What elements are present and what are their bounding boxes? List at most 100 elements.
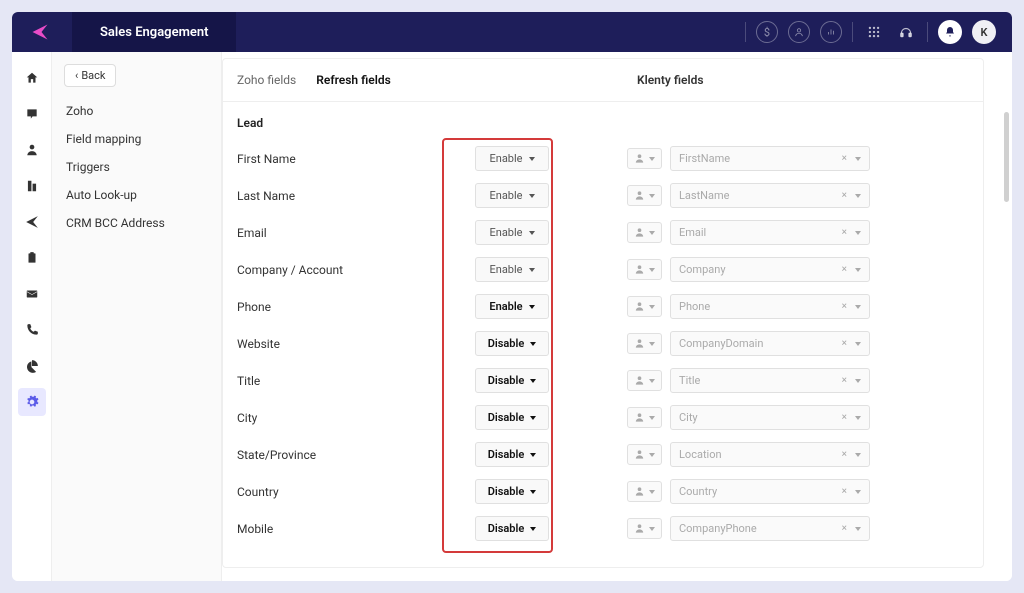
person-icon xyxy=(634,375,645,386)
clear-icon[interactable]: × xyxy=(842,375,847,386)
toggle-cell: Disable xyxy=(447,405,577,430)
field-label: Last Name xyxy=(237,189,447,203)
phone-icon[interactable] xyxy=(18,316,46,344)
section-title-lead: Lead xyxy=(223,102,983,140)
enable-toggle-dropdown[interactable]: Disable xyxy=(475,331,549,356)
sidebar-item-field-mapping[interactable]: Field mapping xyxy=(52,125,221,153)
klenty-field-value: Email xyxy=(679,226,706,239)
enable-toggle-dropdown[interactable]: Enable xyxy=(475,183,549,208)
toggle-cell: Enable xyxy=(447,146,577,171)
sidebar-item-triggers[interactable]: Triggers xyxy=(52,153,221,181)
send-icon[interactable] xyxy=(18,208,46,236)
user-type-dropdown[interactable] xyxy=(627,370,662,391)
clear-icon[interactable]: × xyxy=(842,523,847,534)
user-type-dropdown[interactable] xyxy=(627,407,662,428)
klenty-field-select[interactable]: Phone× xyxy=(670,294,870,319)
user-type-dropdown[interactable] xyxy=(627,333,662,354)
klenty-field-select[interactable]: Country× xyxy=(670,479,870,504)
dollar-icon[interactable]: $ xyxy=(756,21,778,43)
enable-toggle-dropdown[interactable]: Enable xyxy=(475,294,549,319)
person-icon xyxy=(634,153,645,164)
brand-area: Sales Engagement xyxy=(72,12,236,52)
clear-icon[interactable]: × xyxy=(842,449,847,460)
chart-icon[interactable] xyxy=(820,21,842,43)
user-type-dropdown[interactable] xyxy=(627,444,662,465)
user-type-dropdown[interactable] xyxy=(627,518,662,539)
dialpad-icon[interactable] xyxy=(863,21,885,43)
klenty-field-select[interactable]: CompanyPhone × xyxy=(670,516,870,541)
klenty-field-select[interactable]: Location× xyxy=(670,442,870,467)
sidebar-item-crm-bcc[interactable]: CRM BCC Address xyxy=(52,209,221,237)
field-row: First NameEnableFirstName× xyxy=(237,140,969,177)
field-mapping-rows: First NameEnableFirstName×Last NameEnabl… xyxy=(223,140,983,567)
klenty-field-select[interactable]: City × xyxy=(670,405,870,430)
bell-icon[interactable] xyxy=(938,20,962,44)
person-icon[interactable] xyxy=(18,136,46,164)
field-label: Company / Account xyxy=(237,263,447,277)
headset-icon[interactable] xyxy=(895,21,917,43)
home-icon[interactable] xyxy=(18,64,46,92)
mail-icon[interactable] xyxy=(18,280,46,308)
klenty-field-select[interactable]: Email × xyxy=(670,220,870,245)
enable-toggle-dropdown[interactable]: Enable xyxy=(475,220,549,245)
person-icon xyxy=(634,486,645,497)
user-type-dropdown[interactable] xyxy=(627,296,662,317)
clear-icon[interactable]: × xyxy=(842,338,847,349)
avatar[interactable]: K xyxy=(972,20,996,44)
gear-icon[interactable] xyxy=(18,388,46,416)
clipboard-icon[interactable] xyxy=(18,244,46,272)
sidebar-item-zoho[interactable]: Zoho xyxy=(52,97,221,125)
enable-toggle-dropdown[interactable]: Disable xyxy=(475,442,549,467)
klenty-field-value: City xyxy=(679,411,698,424)
field-row: State/ProvinceDisableLocation× xyxy=(237,436,969,473)
tab-refresh-fields[interactable]: Refresh fields xyxy=(316,73,391,87)
clear-icon[interactable]: × xyxy=(842,153,847,164)
klenty-field-select[interactable]: CompanyDomain× xyxy=(670,331,870,356)
enable-toggle-dropdown[interactable]: Disable xyxy=(475,516,549,541)
building-icon[interactable] xyxy=(18,172,46,200)
user-type-dropdown[interactable] xyxy=(627,148,662,169)
sidebar-item-auto-lookup[interactable]: Auto Look-up xyxy=(52,181,221,209)
klenty-field-select[interactable]: Title× xyxy=(670,368,870,393)
app-logo-icon[interactable] xyxy=(28,20,52,44)
chevron-down-icon xyxy=(649,416,655,420)
header-klenty-fields: Klenty fields xyxy=(637,59,704,101)
back-button[interactable]: ‹Back xyxy=(64,64,116,87)
clear-icon[interactable]: × xyxy=(842,412,847,423)
user-type-dropdown[interactable] xyxy=(627,259,662,280)
pie-icon[interactable] xyxy=(18,352,46,380)
scrollbar[interactable] xyxy=(1004,112,1009,202)
enable-toggle-dropdown[interactable]: Enable xyxy=(475,257,549,282)
user-type-dropdown[interactable] xyxy=(627,185,662,206)
chevron-down-icon xyxy=(855,379,861,383)
user-circle-icon[interactable] xyxy=(788,21,810,43)
chevron-down-icon xyxy=(855,416,861,420)
clear-icon[interactable]: × xyxy=(842,190,847,201)
user-type-dropdown[interactable] xyxy=(627,481,662,502)
chevron-down-icon xyxy=(649,379,655,383)
enable-toggle-dropdown[interactable]: Disable xyxy=(475,479,549,504)
clear-icon[interactable]: × xyxy=(842,227,847,238)
tab-zoho-fields[interactable]: Zoho fields xyxy=(237,73,296,87)
user-type-dropdown[interactable] xyxy=(627,222,662,243)
chevron-down-icon xyxy=(649,268,655,272)
divider xyxy=(852,22,853,42)
klenty-field-cell: Company× xyxy=(577,257,969,282)
klenty-field-value: CompanyPhone xyxy=(679,522,757,535)
klenty-field-select[interactable]: LastName× xyxy=(670,183,870,208)
enable-toggle-dropdown[interactable]: Disable xyxy=(475,405,549,430)
chevron-down-icon xyxy=(529,157,535,161)
klenty-field-select[interactable]: FirstName× xyxy=(670,146,870,171)
inbox-icon[interactable] xyxy=(18,100,46,128)
app-header: Sales Engagement $ K xyxy=(12,12,1012,52)
clear-icon[interactable]: × xyxy=(842,486,847,497)
chevron-down-icon xyxy=(530,453,536,457)
chevron-down-icon xyxy=(649,157,655,161)
klenty-field-select[interactable]: Company× xyxy=(670,257,870,282)
clear-icon[interactable]: × xyxy=(842,264,847,275)
enable-toggle-dropdown[interactable]: Disable xyxy=(475,368,549,393)
enable-toggle-dropdown[interactable]: Enable xyxy=(475,146,549,171)
klenty-field-cell: Location× xyxy=(577,442,969,467)
klenty-field-cell: FirstName× xyxy=(577,146,969,171)
clear-icon[interactable]: × xyxy=(842,301,847,312)
